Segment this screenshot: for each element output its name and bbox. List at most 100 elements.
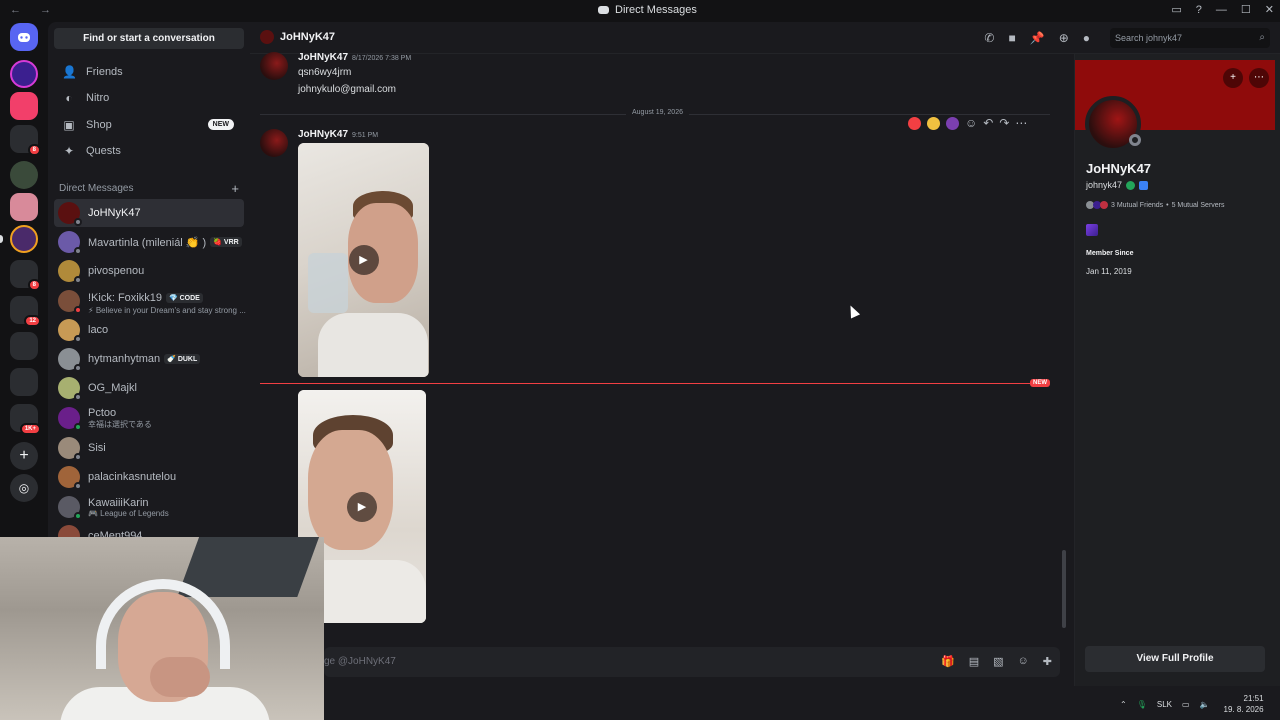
dm-item[interactable]: JoHNyK47 xyxy=(54,199,244,227)
nav-shop[interactable]: ▣ Shop NEW xyxy=(54,113,244,137)
volume-icon[interactable]: 🔈 xyxy=(1200,700,1210,709)
emoji-reaction-icon[interactable] xyxy=(927,116,940,130)
profile-username: johnyk47 xyxy=(1086,180,1123,190)
gift-icon[interactable]: 🎁 xyxy=(941,655,955,668)
dm-item[interactable]: Pctoo 幸福は選択である xyxy=(54,404,244,432)
close-button[interactable]: ✕ xyxy=(1265,3,1274,16)
emoji-icon[interactable]: ☺ xyxy=(1018,655,1029,668)
message-author[interactable]: JoHNyK47 9:51 PM xyxy=(298,129,378,140)
scrollbar[interactable] xyxy=(1062,550,1066,628)
minimize-button[interactable]: — xyxy=(1216,4,1227,16)
server-folder-icon[interactable]: 8 xyxy=(10,125,41,156)
gif-icon[interactable]: ▤ xyxy=(969,655,979,668)
add-friend-icon[interactable]: + xyxy=(1223,68,1243,88)
help-icon[interactable]: ? xyxy=(1196,4,1202,16)
dm-section-header: Direct Messages + xyxy=(59,181,239,196)
member-since-label: Member Since xyxy=(1086,250,1134,257)
server-folder-icon[interactable]: 12 xyxy=(10,296,41,327)
guild-tag: 💎 CODE xyxy=(165,292,203,303)
sticker-icon[interactable]: ▧ xyxy=(993,655,1003,668)
play-icon[interactable]: ▶ xyxy=(347,491,377,522)
nav-friends[interactable]: 👤 Friends xyxy=(54,60,244,84)
dm-item[interactable]: palacinkasnutelou xyxy=(54,463,244,491)
dm-item[interactable]: KawaiiiKarin 🎮 League of Legends xyxy=(54,493,244,521)
video-call-icon[interactable]: ■ xyxy=(1008,31,1015,45)
message-input-placeholder: ge @JoHNyK47 xyxy=(324,656,396,667)
video-attachment[interactable]: ▶ xyxy=(298,143,429,377)
server-icon-anime[interactable] xyxy=(10,193,38,221)
inbox-icon[interactable]: ▭ xyxy=(1171,3,1181,16)
clock-date: 19. 8. 2026 xyxy=(1223,705,1264,714)
avatar[interactable] xyxy=(260,129,288,157)
server-icon-z[interactable] xyxy=(10,60,38,88)
message-author[interactable]: JoHNyK47 8/17/2026 7:38 PM xyxy=(298,52,411,63)
profile-avatar[interactable] xyxy=(1085,96,1141,152)
shop-icon: ▣ xyxy=(63,118,75,132)
more-options-icon[interactable]: ⋯ xyxy=(1249,68,1269,88)
call-icon[interactable]: ✆ xyxy=(984,31,994,45)
server-icon-dark[interactable] xyxy=(10,161,38,189)
more-options-icon[interactable]: ⋯ xyxy=(1015,116,1027,130)
chevron-up-icon[interactable]: ⌃ xyxy=(1120,700,1127,709)
profile-mutuals[interactable]: 3 Mutual Friends • 5 Mutual Servers xyxy=(1086,201,1225,209)
home-discord-icon[interactable] xyxy=(10,23,38,51)
forward-icon[interactable]: ↷ xyxy=(999,116,1009,130)
window-controls: ▭ ? — ☐ ✕ xyxy=(1171,3,1274,17)
nav-label: Friends xyxy=(86,66,123,78)
clock-time: 21:51 xyxy=(1243,694,1264,703)
message-input[interactable]: ge @JoHNyK47 🎁 ▤ ▧ ☺ ✚ xyxy=(324,647,1060,677)
dm-item[interactable]: OG_Majkl xyxy=(54,374,244,402)
server-folder-icon[interactable] xyxy=(10,368,38,396)
apps-icon[interactable]: ✚ xyxy=(1043,655,1052,668)
nav-quests[interactable]: ✦ Quests xyxy=(54,139,244,163)
create-dm-icon[interactable]: + xyxy=(231,181,239,196)
chat-area: JoHNyK47 ✆ ■ 📌 ⊕ ● Search johnyk47 ⌕ JoH… xyxy=(250,22,1280,720)
quests-icon: ✦ xyxy=(63,144,75,158)
guild-tag: 🍼 DUKL xyxy=(164,354,201,364)
play-icon[interactable]: ▶ xyxy=(348,245,379,275)
dm-item[interactable]: hytmanhytman 🍼 DUKL xyxy=(54,345,244,373)
heart-reaction-icon[interactable] xyxy=(908,116,921,130)
reply-icon[interactable]: ↶ xyxy=(983,116,993,130)
discover-icon[interactable]: ◎ xyxy=(10,474,38,502)
dm-status: ⚡ Believe in your Dream's and stay stron… xyxy=(88,305,246,315)
dm-name: Sisi xyxy=(88,442,106,454)
server-folder-icon[interactable]: 1K+ xyxy=(10,404,41,435)
history-nav-arrows[interactable]: ← → xyxy=(10,4,59,16)
dm-name: Mavartinla (mileniál 👏 ) xyxy=(88,236,207,249)
server-folder-icon[interactable] xyxy=(10,332,38,360)
add-reaction-icon[interactable]: ☺ xyxy=(965,116,977,130)
language-indicator[interactable]: SLK xyxy=(1157,700,1172,709)
pin-icon[interactable]: 📌 xyxy=(1030,31,1045,45)
composer-actions: 🎁 ▤ ▧ ☺ ✚ xyxy=(941,655,1052,668)
dm-name: pivospenou xyxy=(88,265,145,277)
dm-item[interactable]: !Kick: Foxikk19 💎 CODE ⚡ Believe in your … xyxy=(54,287,246,315)
server-icon-pink[interactable] xyxy=(10,92,38,120)
add-friends-icon[interactable]: ⊕ xyxy=(1059,31,1069,45)
microphone-icon[interactable]: 🎙 xyxy=(1137,700,1147,709)
dm-item[interactable]: pivospenou xyxy=(54,257,244,285)
user-profile-icon[interactable]: ● xyxy=(1083,31,1090,45)
webcam-overlay xyxy=(0,537,324,720)
maximize-button[interactable]: ☐ xyxy=(1241,3,1251,16)
avatar[interactable] xyxy=(260,52,288,80)
dm-item[interactable]: laco xyxy=(54,316,244,344)
guild-tag: 🍓 VRR xyxy=(210,237,242,247)
clock[interactable]: 21:51 19. 8. 2026 xyxy=(1224,693,1264,715)
server-folder-icon[interactable]: 8 xyxy=(10,260,41,291)
search-input[interactable]: Search johnyk47 ⌕ xyxy=(1110,28,1270,48)
nav-nitro[interactable]: ◐ Nitro xyxy=(54,86,244,110)
dm-status: 幸福は選択である xyxy=(88,419,152,429)
eggplant-reaction-icon[interactable] xyxy=(946,116,959,130)
user-profile-panel: + ⋯ JoHNyK47 johnyk47 3 Mutual Friends •… xyxy=(1074,54,1280,686)
find-conversation-button[interactable]: Find or start a conversation xyxy=(54,28,244,49)
network-icon[interactable]: ▭ xyxy=(1182,700,1190,709)
nitro-badge-icon xyxy=(1086,224,1098,236)
view-full-profile-button[interactable]: View Full Profile xyxy=(1085,646,1265,672)
add-server-icon[interactable]: + xyxy=(10,442,38,470)
dm-item[interactable]: Sisi xyxy=(54,434,244,462)
server-icon-p[interactable] xyxy=(10,225,38,253)
window-title: Direct Messages xyxy=(598,4,697,16)
message-timestamp: 8/17/2026 7:38 PM xyxy=(352,55,412,62)
dm-item[interactable]: Mavartinla (mileniál 👏 ) 🍓 VRR xyxy=(54,228,244,256)
